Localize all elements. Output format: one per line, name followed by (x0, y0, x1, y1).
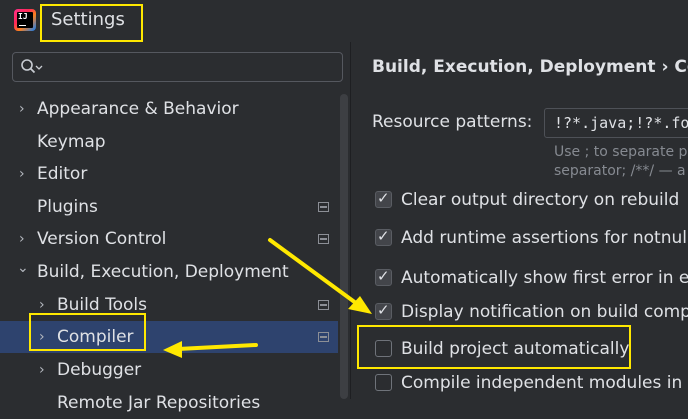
sidebar-item-version-control[interactable]: › Version Control (0, 223, 338, 255)
checkbox-checked[interactable] (375, 301, 392, 320)
chevron-right-icon: › (19, 101, 25, 117)
checkbox-checked[interactable] (375, 189, 392, 208)
sidebar-item-build-execution-deployment[interactable]: ⌄ Build, Execution, Deployment (0, 256, 338, 288)
sidebar-item-label: Editor (37, 164, 88, 184)
sidebar-item-label: Keymap (37, 132, 106, 152)
option-label: Clear output directory on rebuild (401, 190, 680, 210)
option-clear-output-directory[interactable]: Clear output directory on rebuild (375, 187, 688, 213)
search-input[interactable] (12, 52, 343, 82)
sidebar-item-label: Plugins (37, 197, 98, 217)
sidebar-item-plugins[interactable]: Plugins (0, 191, 338, 223)
chevron-right-icon: › (19, 231, 25, 247)
option-compile-independent-modules[interactable]: Compile independent modules in pa (375, 370, 688, 396)
sidebar-item-label: Remote Jar Repositories (57, 393, 261, 413)
search-icon (21, 59, 43, 74)
sidebar-item-label: Debugger (57, 360, 142, 380)
chevron-right-icon: › (19, 166, 25, 182)
option-show-first-error[interactable]: Automatically show first error in ed (375, 265, 688, 291)
sidebar-item-appearance[interactable]: › Appearance & Behavior (0, 93, 338, 125)
resource-patterns-value: !?*.java;!?*.fo (554, 114, 688, 132)
option-label: Compile independent modules in pa (401, 373, 688, 393)
build-automatically-highlight-box (357, 325, 631, 369)
sidebar-item-debugger[interactable]: › Debugger (0, 354, 338, 386)
option-build-notification[interactable]: Display notification on build comple (375, 299, 688, 325)
project-settings-icon (318, 300, 329, 310)
compiler-highlight-box (29, 313, 146, 351)
option-label: Add runtime assertions for notnull-a (401, 228, 688, 248)
title-highlight-box (40, 4, 143, 42)
resource-patterns-hint: separator; /**/ — a (554, 163, 686, 179)
resource-patterns-field[interactable]: !?*.java;!?*.fo (544, 108, 688, 138)
option-runtime-assertions[interactable]: Add runtime assertions for notnull-a (375, 225, 688, 251)
checkbox-checked[interactable] (375, 267, 392, 286)
checkbox-unchecked[interactable] (375, 374, 392, 391)
project-settings-icon (318, 234, 329, 244)
sidebar-item-label: Appearance & Behavior (37, 99, 239, 119)
sidebar-item-remote-jar-repositories[interactable]: Remote Jar Repositories (0, 387, 338, 419)
sidebar-item-keymap[interactable]: Keymap (0, 126, 338, 158)
checkbox-checked[interactable] (375, 227, 392, 246)
chevron-right-icon: › (39, 362, 45, 378)
intellij-logo-icon: IJ (14, 9, 36, 31)
sidebar-scrollbar[interactable] (340, 94, 348, 399)
option-label: Automatically show first error in ed (401, 268, 688, 288)
project-settings-icon (318, 332, 329, 342)
resource-patterns-label: Resource patterns: (372, 112, 533, 132)
chevron-down-icon: ⌄ (17, 260, 29, 276)
resource-patterns-hint: Use ; to separate p (554, 144, 688, 160)
sidebar-item-label: Build, Execution, Deployment (37, 262, 289, 282)
breadcrumb: Build, Execution, Deployment › Co (372, 57, 688, 77)
sidebar-item-label: Version Control (37, 229, 167, 249)
sidebar-item-editor[interactable]: › Editor (0, 158, 338, 190)
option-label: Display notification on build comple (401, 302, 688, 322)
project-settings-icon (318, 202, 329, 212)
